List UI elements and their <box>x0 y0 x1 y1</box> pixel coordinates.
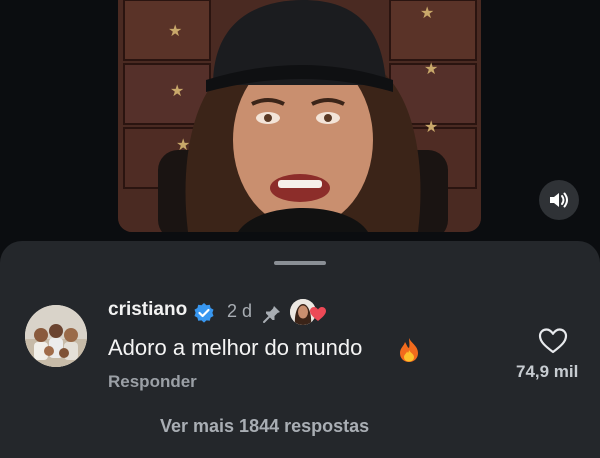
like-count: 74,9 mil <box>516 362 579 381</box>
video-frame[interactable]: ★ ★ ★ ★ ★ ★ <box>118 0 481 232</box>
heart-outline-icon[interactable] <box>538 327 568 355</box>
avatar-image <box>25 305 87 367</box>
comments-sheet: cristiano 2 d Adoro a melhor do mundo Re… <box>0 241 600 458</box>
avatar[interactable] <box>25 305 87 367</box>
mute-button[interactable] <box>539 180 579 220</box>
pin-icon <box>263 306 280 323</box>
comment-username[interactable]: cristiano <box>108 299 187 321</box>
liked-heart-icon <box>310 307 326 321</box>
comment-text: Adoro a melhor do mundo <box>108 335 363 360</box>
video-content: ★ ★ ★ ★ ★ ★ <box>118 0 481 232</box>
svg-text:★: ★ <box>424 59 438 78</box>
speaker-icon <box>550 192 568 208</box>
svg-text:★: ★ <box>168 21 182 40</box>
comment-time: 2 d <box>227 301 253 321</box>
video-area[interactable]: ★ ★ ★ ★ ★ ★ <box>0 0 600 250</box>
view-more-replies-button[interactable]: Ver mais 1844 respostas <box>160 416 369 437</box>
verified-badge-icon <box>194 303 214 323</box>
svg-text:★: ★ <box>420 3 434 22</box>
sheet-grabber[interactable] <box>274 261 326 265</box>
reply-button[interactable]: Responder <box>108 372 197 392</box>
fire-emoji <box>400 338 418 362</box>
svg-text:★: ★ <box>424 117 438 136</box>
svg-text:★: ★ <box>170 81 184 100</box>
